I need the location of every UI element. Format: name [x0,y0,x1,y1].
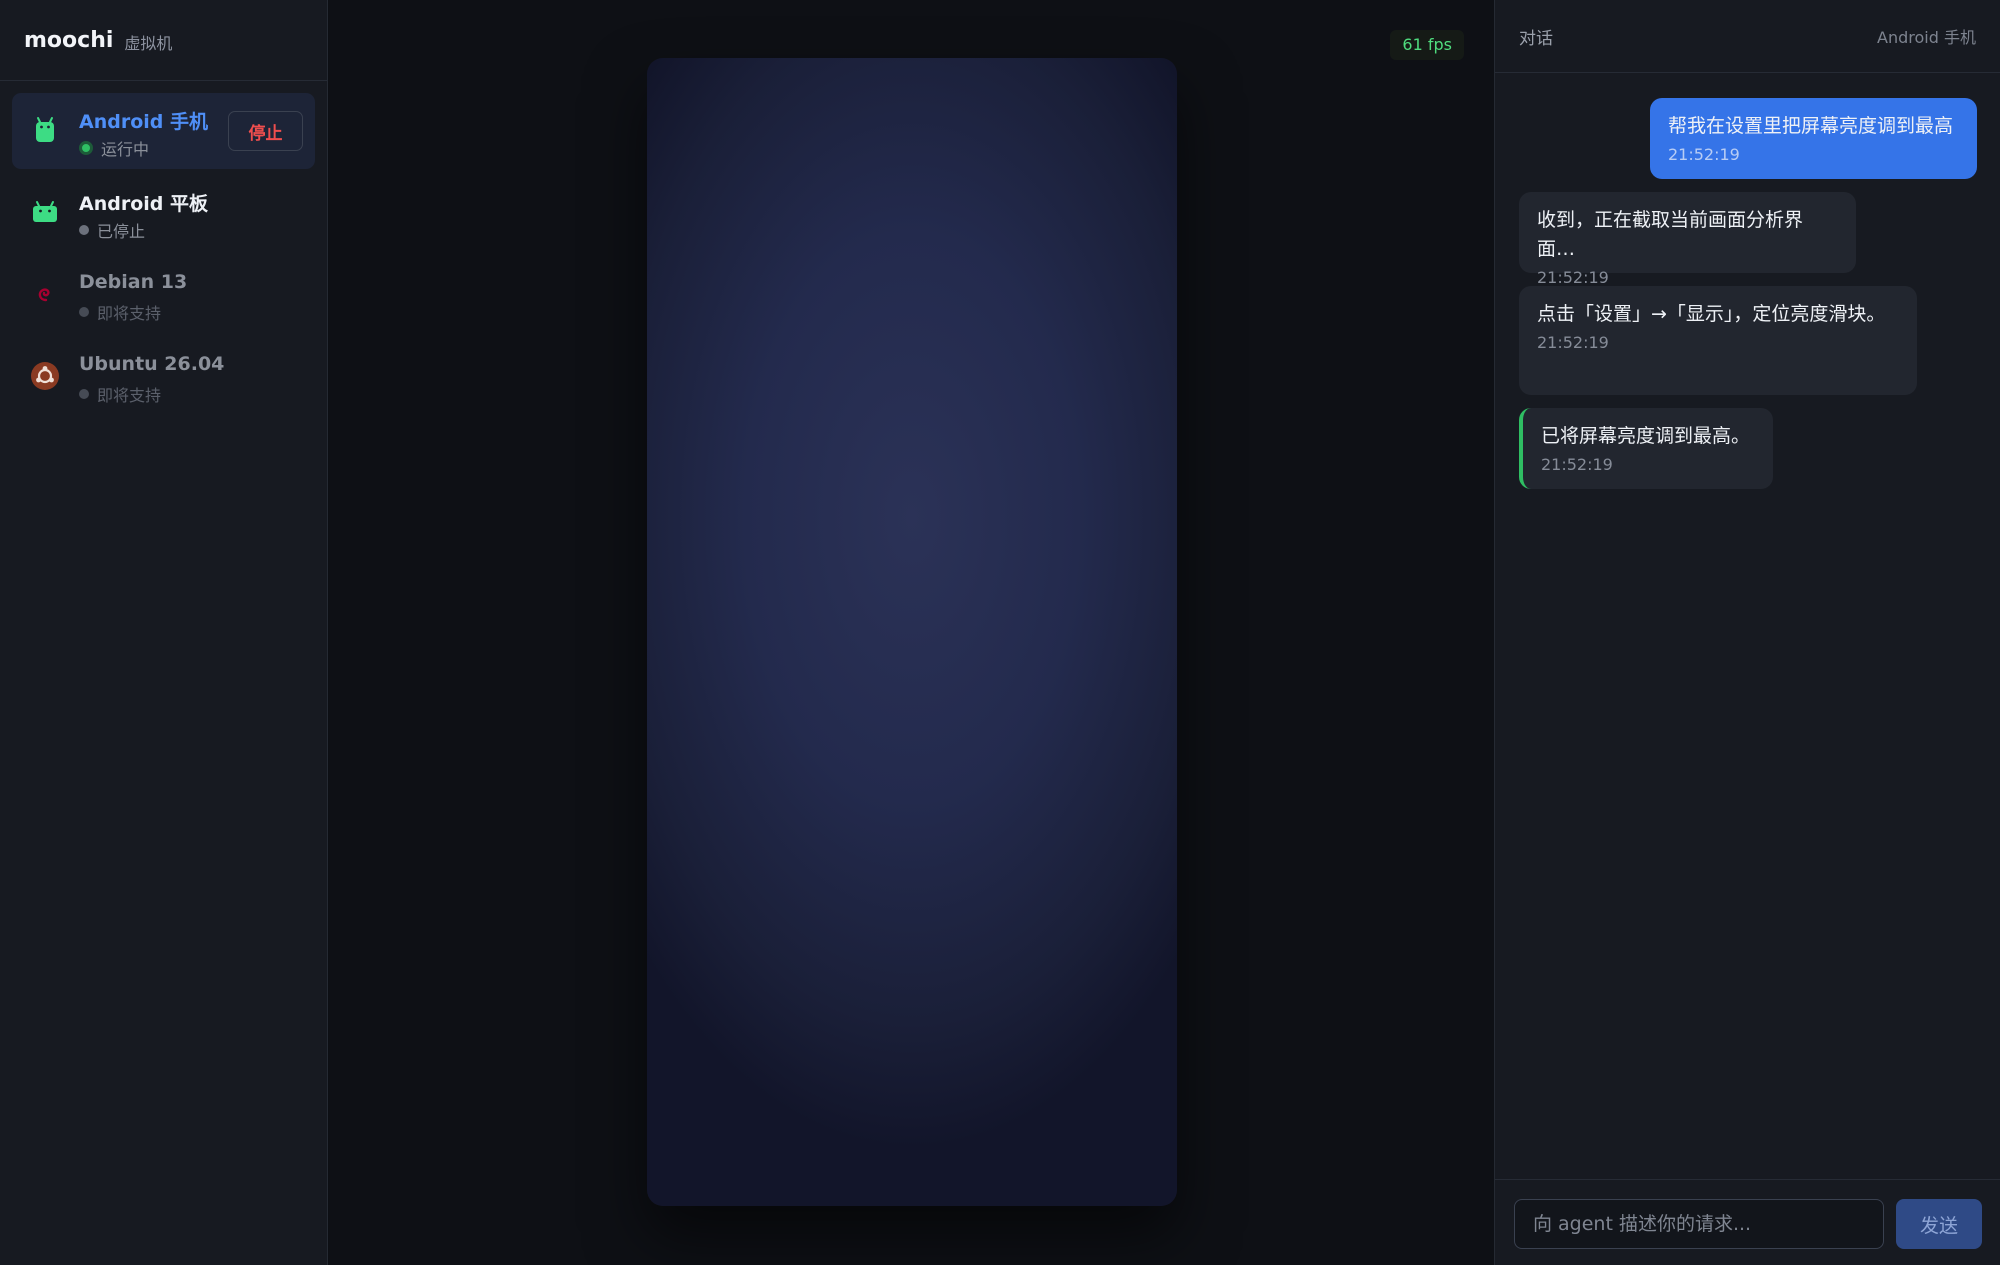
vm-status: 即将支持 [79,382,161,406]
chat-header: 对话 Android 手机 [1495,0,2000,73]
phone-screen[interactable] [647,58,1177,1206]
device-viewport: 61 fps [329,0,1494,1265]
message-time: 21:52:19 [1541,455,1613,474]
chat-panel: 对话 Android 手机 帮我在设置里把屏幕亮度调到最高 21:52:19 收… [1494,0,2000,1265]
vm-name: Debian 13 [79,271,188,293]
vm-status: 即将支持 [79,300,161,324]
chat-title: 对话 [1519,28,1553,49]
stop-button[interactable]: 停止 [228,111,303,151]
vm-list: Android 手机 运行中 停止 Android 平板 已停止 Debian … [0,81,327,415]
message-text: 帮我在设置里把屏幕亮度调到最高 [1668,115,1954,137]
status-dot-soon [79,389,89,399]
status-dot-running [79,141,93,155]
vm-status-label: 即将支持 [97,304,162,323]
vm-name: Android 手机 [79,111,208,133]
agent-result-message: 已将屏幕亮度调到最高。 21:52:19 [1519,408,1773,489]
status-dot-stopped [79,225,89,235]
status-dot-soon [79,307,89,317]
chat-composer: 发送 [1495,1179,2000,1265]
brand-header: moochi 虚拟机 [0,0,327,81]
vm-status-label: 运行中 [101,140,150,159]
vm-name: Android 平板 [79,193,208,215]
vm-item-android-phone[interactable]: Android 手机 运行中 停止 [12,93,315,169]
vm-status-label: 已停止 [97,222,146,241]
vm-sidebar: moochi 虚拟机 Android 手机 运行中 停止 Android 平板 … [0,0,328,1265]
message-text: 已将屏幕亮度调到最高。 [1541,425,1751,447]
vm-name: Ubuntu 26.04 [79,353,225,375]
android-phone-icon [30,115,60,145]
message-text: 收到，正在截取当前画面分析界面… [1537,209,1804,260]
vm-status: 已停止 [79,218,145,242]
chat-device-label: Android 手机 [1877,28,1976,47]
android-tablet-icon [30,197,60,227]
fps-counter: 61 fps [1390,30,1464,60]
app-subtitle: 虚拟机 [124,34,173,53]
message-time: 21:52:19 [1668,145,1740,164]
message-text: 点击「设置」→「显示」，定位亮度滑块。 [1537,303,1886,325]
app-window: moochi 虚拟机 Android 手机 运行中 停止 Android 平板 … [0,0,2000,1265]
vm-item-debian: Debian 13 即将支持 [12,257,315,333]
vm-status-label: 即将支持 [97,386,162,405]
debian-logo-icon [30,279,60,309]
vm-item-ubuntu: Ubuntu 26.04 即将支持 [12,339,315,415]
message-time: 21:52:19 [1537,268,1609,287]
message-time: 21:52:19 [1537,333,1609,352]
send-button[interactable]: 发送 [1896,1199,1982,1249]
agent-message: 点击「设置」→「显示」，定位亮度滑块。 21:52:19 [1519,286,1917,395]
ubuntu-logo-icon [30,361,60,391]
vm-status: 运行中 [79,136,149,160]
agent-message: 收到，正在截取当前画面分析界面… 21:52:19 [1519,192,1856,287]
chat-input[interactable] [1514,1199,1884,1249]
user-message: 帮我在设置里把屏幕亮度调到最高 21:52:19 [1650,98,1977,179]
app-name: moochi [24,27,114,53]
vm-item-android-tablet[interactable]: Android 平板 已停止 [12,175,315,251]
